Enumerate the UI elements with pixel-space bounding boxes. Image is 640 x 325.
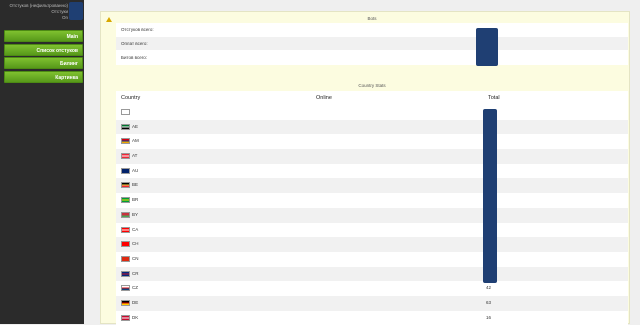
bots-label: Оплат всего: — [121, 41, 148, 46]
table-row: BR — [116, 193, 628, 208]
country-code: AU — [132, 167, 139, 173]
redaction-box — [483, 109, 497, 283]
country-code: BE — [132, 182, 139, 188]
table-row: CR — [116, 266, 628, 282]
table-header: Country Online Total — [116, 91, 628, 105]
bots-row-knocks: Отстуков всего: — [116, 23, 628, 37]
table-row: BY — [116, 207, 628, 223]
country-code: CA — [132, 226, 139, 232]
table-row: CZ 42 — [116, 281, 628, 296]
table-row: BE — [116, 178, 628, 194]
country-code: AM — [132, 138, 139, 144]
menu-item-main[interactable]: Main — [4, 30, 83, 42]
warning-icon — [106, 17, 112, 22]
table-row: DK 16 — [116, 311, 628, 325]
bots-row-bits: Битов всего: — [116, 51, 628, 65]
country-code: AE — [132, 123, 139, 129]
column-total[interactable]: Total — [488, 91, 500, 105]
main-panel: Bots Отстуков всего: Оплат всего: Битов … — [100, 11, 630, 325]
menu-item-knocks-list[interactable]: Список отстуков — [4, 43, 83, 56]
country-total: 63 — [486, 299, 492, 305]
table-row: CN — [116, 252, 628, 267]
cr-flag-icon — [121, 270, 130, 277]
ch-flag-icon — [121, 241, 130, 248]
redaction-box — [476, 28, 498, 66]
table-row: CA — [116, 223, 628, 238]
table-row: AM — [116, 134, 628, 149]
country-code: CR — [132, 270, 139, 276]
avatar[interactable] — [69, 2, 83, 20]
country-total: 16 — [486, 314, 492, 320]
be-flag-icon — [121, 182, 130, 189]
country-rows: AE AM AT AU BE BR BY CA CH CN CR CZ 42 DE 63 DK 16 — [116, 105, 628, 325]
cz-flag-icon — [121, 285, 130, 292]
dk-flag-icon — [121, 314, 130, 321]
country-code: DK — [132, 314, 139, 320]
bots-title: Bots — [367, 16, 377, 21]
table-row: AE — [116, 119, 628, 135]
de-flag-icon — [121, 299, 130, 306]
user-info: Отстуков (нефильтрованно) Отстуки On — [10, 3, 69, 21]
table-row: AU — [116, 164, 628, 179]
am-flag-icon — [121, 138, 130, 145]
bots-label: Отстуков всего: — [121, 27, 154, 32]
by-flag-icon — [121, 211, 130, 218]
unknown-flag-icon — [121, 109, 130, 115]
bots-table: Отстуков всего: Оплат всего: Битов всего… — [116, 23, 628, 66]
at-flag-icon — [121, 153, 130, 160]
country-code: CN — [132, 255, 139, 261]
country-code: BR — [132, 197, 139, 203]
table-row: CH — [116, 237, 628, 252]
column-online[interactable]: Online — [316, 91, 332, 105]
country-total: 42 — [486, 285, 492, 291]
br-flag-icon — [121, 197, 130, 204]
country-code: AT — [132, 153, 138, 159]
country-stats-table: Country Online Total AE AM AT AU BE BR BY CA CH C… — [116, 91, 628, 325]
menu-item-billing[interactable]: Билинг — [4, 57, 83, 69]
table-row — [116, 105, 628, 120]
au-flag-icon — [121, 167, 130, 174]
user-line-3: On — [61, 15, 68, 20]
ca-flag-icon — [121, 226, 130, 233]
country-code: CH — [132, 241, 139, 247]
sidebar-menu: Main Список отстуков Билинг Картинка — [4, 30, 83, 84]
bots-label: Битов всего: — [121, 55, 148, 60]
table-row: AT — [116, 149, 628, 164]
ae-flag-icon — [121, 123, 130, 130]
country-code: DE — [132, 299, 139, 305]
menu-item-picture[interactable]: Картинка — [4, 70, 83, 83]
column-country[interactable]: Country — [121, 91, 140, 105]
cn-flag-icon — [121, 255, 130, 262]
country-code: BY — [132, 211, 139, 217]
user-panel: Отстуков (нефильтрованно) Отстуки On — [0, 0, 84, 28]
country-code: CZ — [132, 285, 138, 291]
bots-row-payments: Оплат всего: — [116, 37, 628, 51]
sidebar: Отстуков (нефильтрованно) Отстуки On Mai… — [0, 0, 84, 324]
table-row: DE 63 — [116, 295, 628, 311]
country-stats-title: Country Stats — [358, 83, 386, 88]
